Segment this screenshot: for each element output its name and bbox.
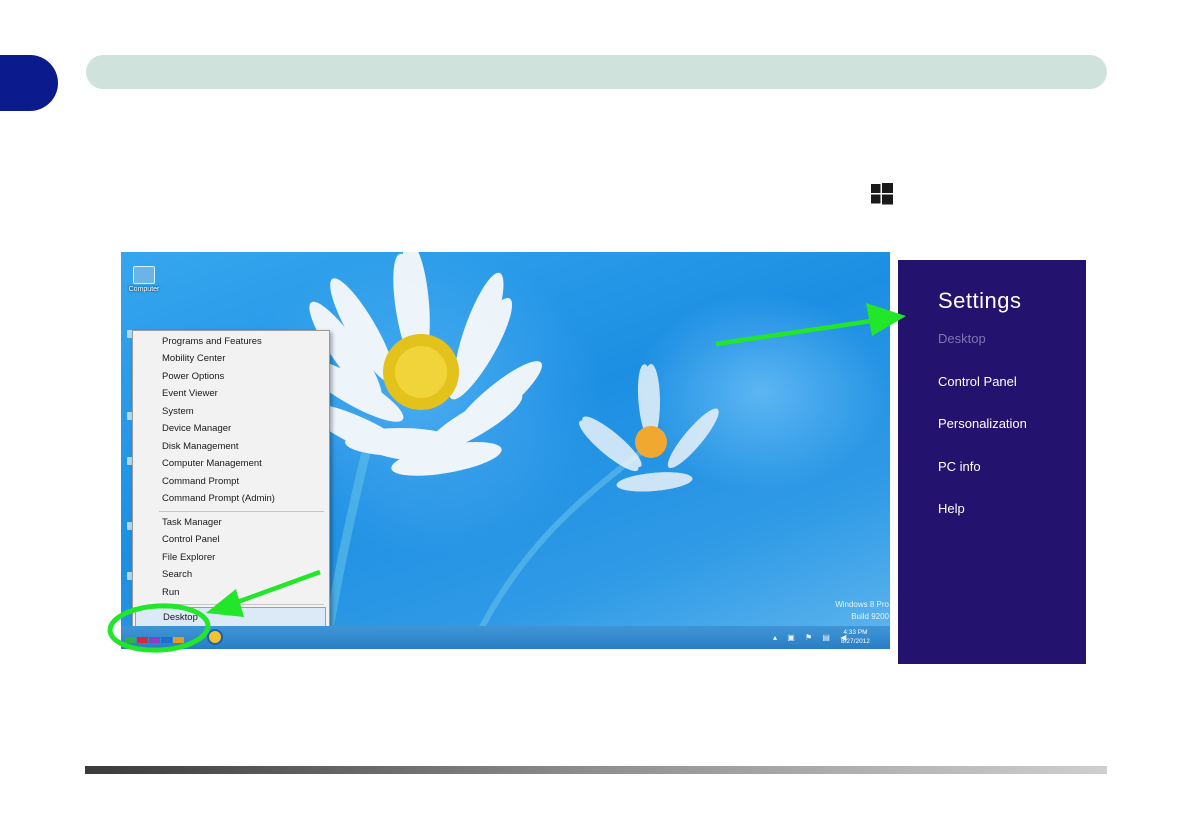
charm-item-help[interactable]: Help — [938, 501, 965, 516]
header-bar — [86, 55, 1107, 89]
charm-item-pc-info[interactable]: PC info — [938, 459, 981, 474]
menu-item-mobility-center[interactable]: Mobility Center — [162, 353, 225, 365]
internet-explorer-icon[interactable] — [207, 629, 223, 645]
menu-item-computer-management[interactable]: Computer Management — [162, 458, 262, 470]
menu-item-control-panel[interactable]: Control Panel — [162, 534, 220, 546]
menu-item-device-manager[interactable]: Device Manager — [162, 423, 231, 435]
system-tray-icons[interactable]: ▴ ▣ ⚑ ▤ ◀ — [773, 633, 850, 642]
charm-item-personalization[interactable]: Personalization — [938, 416, 1027, 431]
menu-item-system[interactable]: System — [162, 406, 194, 418]
menu-item-search[interactable]: Search — [162, 569, 192, 581]
watermark-edition: Windows 8 Pro — [835, 600, 889, 609]
windows-watermark: Windows 8 Pro Build 9200 — [821, 599, 889, 623]
computer-icon — [133, 266, 155, 284]
desktop-icon-computer[interactable]: Computer — [125, 266, 163, 293]
menu-item-file-explorer[interactable]: File Explorer — [162, 552, 215, 564]
menu-separator — [159, 604, 324, 605]
chapter-tab — [0, 55, 58, 111]
charm-item-control-panel[interactable]: Control Panel — [938, 374, 1017, 389]
settings-charm: Settings Desktop Control Panel Personali… — [898, 260, 1086, 664]
menu-item-command-prompt-admin[interactable]: Command Prompt (Admin) — [162, 493, 275, 505]
menu-separator — [159, 511, 324, 512]
menu-item-disk-management[interactable]: Disk Management — [162, 441, 239, 453]
taskbar: ▴ ▣ ⚑ ▤ ◀ 4:33 PM 8/27/2012 — [121, 626, 890, 649]
windows-logo-icon — [871, 183, 893, 205]
settings-title: Settings — [938, 288, 1022, 313]
menu-item-programs-and-features[interactable]: Programs and Features — [162, 336, 262, 348]
footer-rule — [85, 766, 1107, 774]
watermark-build: Build 9200 — [851, 612, 889, 621]
menu-item-desktop[interactable]: Desktop — [135, 607, 326, 627]
clock-date: 8/27/2012 — [841, 638, 870, 645]
desktop-icon-label: Computer — [128, 286, 160, 293]
menu-item-command-prompt[interactable]: Command Prompt — [162, 476, 239, 488]
clock-time: 4:33 PM — [843, 629, 868, 636]
charm-item-desktop: Desktop — [938, 331, 986, 346]
menu-item-power-options[interactable]: Power Options — [162, 371, 224, 383]
menu-item-run[interactable]: Run — [162, 587, 179, 599]
taskbar-clock[interactable]: 4:33 PM 8/27/2012 — [841, 628, 870, 646]
menu-item-event-viewer[interactable]: Event Viewer — [162, 388, 218, 400]
menu-item-task-manager[interactable]: Task Manager — [162, 517, 222, 529]
start-tip-thumbnail[interactable] — [125, 631, 185, 645]
desktop-screenshot: Computer Programs and Features Mobility … — [121, 252, 890, 649]
quick-access-menu: Programs and Features Mobility Center Po… — [132, 330, 330, 629]
